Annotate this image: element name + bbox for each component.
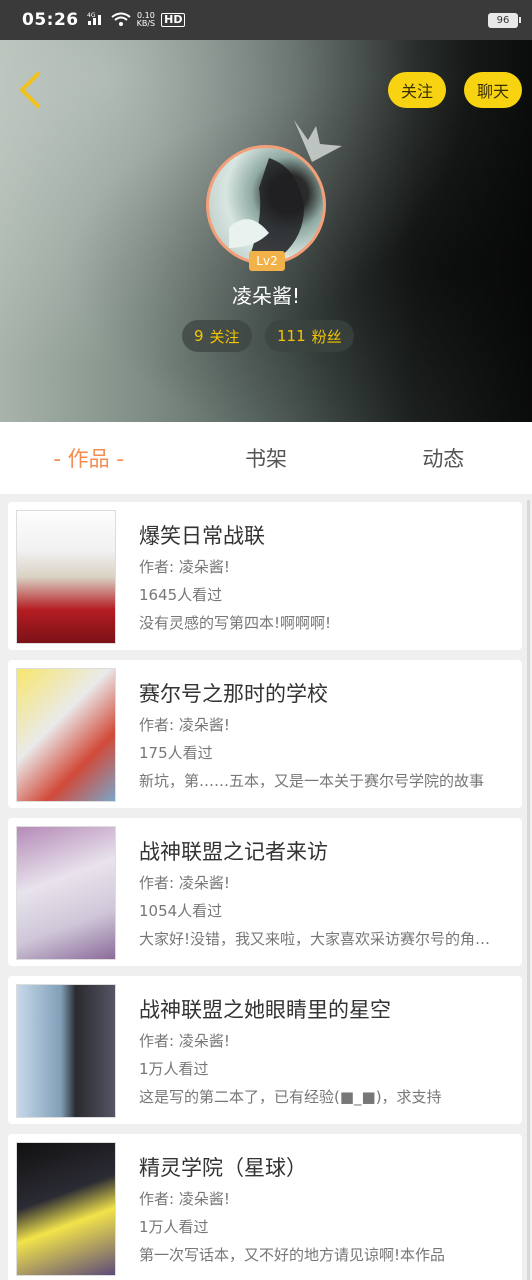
book-title: 战神联盟之记者来访 (139, 840, 328, 864)
book-author: 作者: 凌朵酱! (139, 1032, 230, 1050)
book-views: 1万人看过 (139, 1060, 209, 1078)
status-time: 05:26 (22, 10, 79, 30)
crown-icon (294, 120, 342, 162)
book-author: 作者: 凌朵酱! (139, 874, 230, 892)
hd-indicator: HD (161, 13, 186, 27)
list-item[interactable]: 赛尔号之那时的学校 作者: 凌朵酱! 175人看过 新坑，第……五本，又是一本关… (8, 660, 522, 808)
list-item[interactable]: 战神联盟之记者来访 作者: 凌朵酱! 1054人看过 大家好!没错，我又来啦，大… (8, 818, 522, 966)
username: 凌朵酱! (231, 284, 301, 308)
book-cover (16, 984, 116, 1118)
back-button[interactable] (14, 70, 46, 110)
book-views: 1645人看过 (139, 586, 223, 604)
profile-header: 关注 聊天 Lv2 凌朵酱! 9 关注 111 粉丝 (0, 40, 532, 422)
list-item[interactable]: 精灵学院（星球） 作者: 凌朵酱! 1万人看过 第一次写话本，又不好的地方请见谅… (8, 1134, 522, 1280)
status-signals: 4G 0.10 KB/S HD (87, 12, 186, 29)
book-views: 175人看过 (139, 744, 213, 762)
tab-works[interactable]: - 作品 - (0, 422, 177, 494)
book-cover (16, 826, 116, 960)
book-author: 作者: 凌朵酱! (139, 716, 230, 734)
book-title: 战神联盟之她眼睛里的星空 (139, 998, 391, 1022)
tab-bookshelf[interactable]: 书架 (177, 422, 354, 494)
cell-signal-icon: 4G (87, 12, 105, 29)
chat-button[interactable]: 聊天 (464, 72, 523, 108)
tab-activity[interactable]: 动态 (355, 422, 532, 494)
book-title: 爆笑日常战联 (139, 524, 265, 548)
book-description: 新坑，第……五本，又是一本关于赛尔号学院的故事 (139, 772, 485, 790)
fans-count[interactable]: 111 粉丝 (265, 320, 354, 352)
profile-tabs: - 作品 - 书架 动态 (0, 422, 532, 494)
book-cover (16, 510, 116, 644)
book-cover (16, 668, 116, 802)
book-cover (16, 1142, 116, 1276)
book-title: 赛尔号之那时的学校 (139, 682, 328, 706)
book-description: 没有灵感的写第四本!啊啊啊! (139, 614, 332, 632)
network-speed: 0.10 KB/S (136, 11, 156, 28)
book-description: 第一次写话本，又不好的地方请见谅啊!本作品 (139, 1246, 446, 1264)
chevron-left-icon (20, 72, 40, 108)
svg-text:4G: 4G (87, 12, 96, 19)
book-description: 大家好!没错，我又来啦，大家喜欢采访赛尔号的角色吗 (139, 930, 505, 948)
book-title: 精灵学院（星球） (139, 1156, 307, 1180)
list-item[interactable]: 爆笑日常战联 作者: 凌朵酱! 1645人看过 没有灵感的写第四本!啊啊啊! (8, 502, 522, 650)
book-views: 1054人看过 (139, 902, 223, 920)
scrollbar[interactable] (527, 500, 530, 1280)
level-badge: Lv2 (249, 251, 285, 271)
list-item[interactable]: 战神联盟之她眼睛里的星空 作者: 凌朵酱! 1万人看过 这是写的第二本了，已有经… (8, 976, 522, 1124)
book-views: 1万人看过 (139, 1218, 209, 1236)
battery-indicator: 96 (488, 12, 521, 28)
wifi-icon (111, 12, 131, 29)
book-description: 这是写的第二本了，已有经验(■_■)，求支持 (139, 1088, 442, 1106)
book-author: 作者: 凌朵酱! (139, 558, 230, 576)
following-count[interactable]: 9 关注 (182, 320, 252, 352)
book-author: 作者: 凌朵酱! (139, 1190, 230, 1208)
status-bar: 05:26 4G 0.10 KB/S HD 96 (0, 0, 532, 40)
follow-button[interactable]: 关注 (388, 72, 447, 108)
